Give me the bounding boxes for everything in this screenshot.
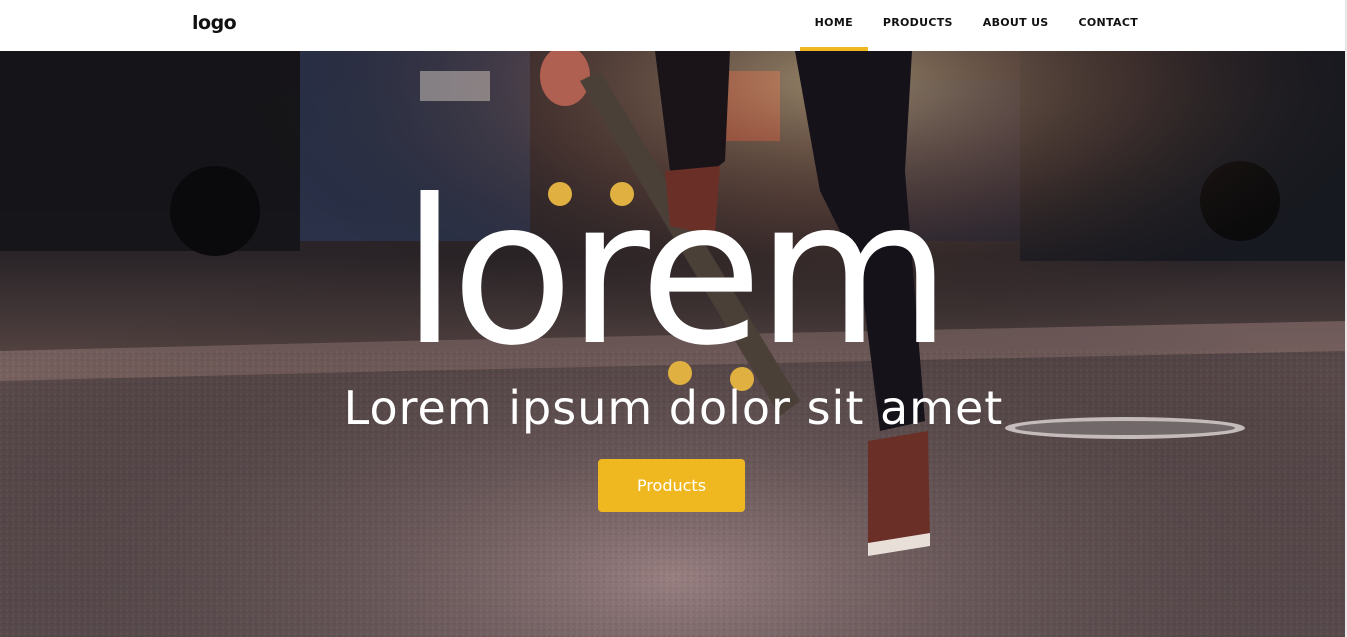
hero-subtitle: Lorem ipsum dolor sit amet bbox=[343, 381, 1004, 435]
products-button[interactable]: Products bbox=[598, 459, 745, 512]
main-nav: HOME PRODUCTS ABOUT US CONTACT bbox=[799, 0, 1153, 51]
site-header: logo HOME PRODUCTS ABOUT US CONTACT bbox=[0, 0, 1347, 51]
hero-title: lorem bbox=[401, 157, 952, 390]
logo[interactable]: logo bbox=[192, 12, 237, 34]
nav-about-us[interactable]: ABOUT US bbox=[968, 0, 1064, 51]
hero-section: lorem Lorem ipsum dolor sit amet Product… bbox=[0, 51, 1347, 637]
nav-home[interactable]: HOME bbox=[799, 0, 869, 51]
nav-contact[interactable]: CONTACT bbox=[1064, 0, 1153, 51]
nav-products[interactable]: PRODUCTS bbox=[868, 0, 968, 51]
